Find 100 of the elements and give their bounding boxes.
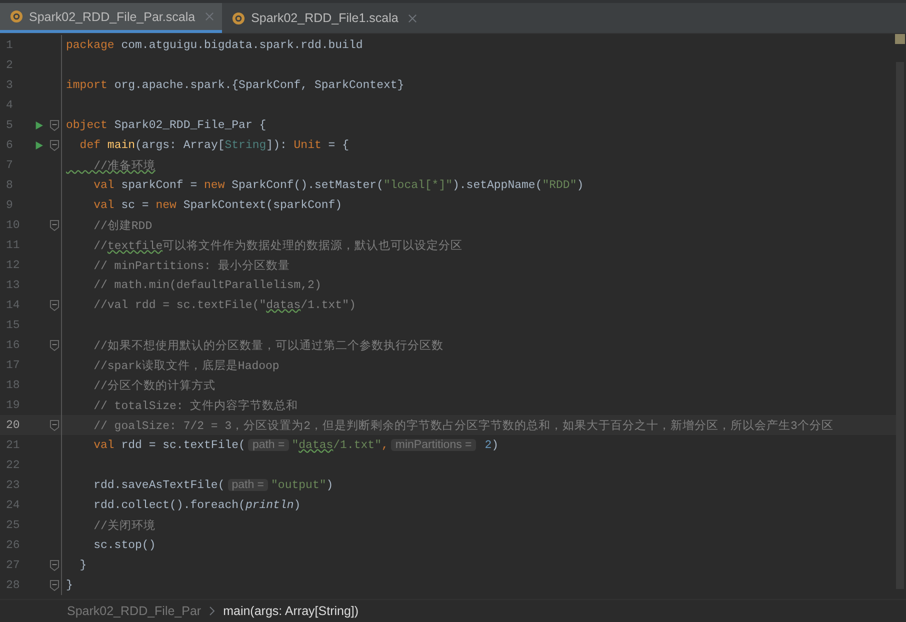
close-icon[interactable] (408, 14, 418, 22)
function-reference: println (245, 498, 294, 512)
keyword: def (78, 138, 102, 152)
code-text: ) (576, 178, 584, 192)
fold-icon[interactable] (50, 560, 59, 570)
line-number: 1 (5, 38, 14, 52)
keyword: import (66, 78, 108, 92)
line-number: 10 (5, 218, 21, 232)
line-number: 12 (5, 258, 21, 272)
fold-icon[interactable] (50, 140, 59, 150)
fold-icon[interactable] (50, 220, 59, 230)
code-text: Spark02_RDD_File_Par { (113, 118, 266, 132)
keyword: , (381, 438, 388, 452)
line-number: 17 (5, 358, 21, 372)
tab-label: Spark02_RDD_File1.scala (251, 11, 398, 25)
line-number: 23 (5, 478, 21, 492)
run-icon[interactable] (35, 120, 43, 130)
line-number: 21 (5, 438, 21, 452)
code-text: ]): (266, 138, 288, 152)
code-text: ) (492, 438, 499, 452)
line-number: 9 (5, 198, 14, 212)
code-text: } (66, 578, 73, 592)
code-text: } (78, 558, 87, 572)
line-number: 7 (5, 158, 14, 172)
line-number: 3 (5, 78, 14, 92)
code-text: ) (326, 478, 334, 492)
keyword: val (92, 178, 114, 192)
comment: datas (266, 298, 301, 312)
comment: //创建RDD (92, 220, 152, 232)
keyword: Unit (294, 138, 322, 152)
line-number: 2 (5, 58, 14, 72)
line-number: 25 (5, 518, 21, 532)
code-text: com.atguigu.bigdata.spark.rdd.build (120, 38, 363, 52)
editor-tab[interactable]: Spark02_RDD_File_Par.scala (0, 3, 222, 33)
string-literal: "local[*]" (383, 178, 452, 192)
code-text: sparkConf = (120, 178, 198, 192)
code-text: ).setAppName( (452, 178, 542, 192)
line-number: 27 (5, 558, 21, 572)
string-literal: /1.txt" (333, 438, 382, 452)
fold-icon[interactable] (50, 300, 59, 310)
comment: //关闭环境 (92, 520, 156, 532)
line-number: 14 (5, 298, 21, 312)
type-name: String (224, 138, 266, 152)
code-text: rdd.saveAsTextFile( (92, 478, 225, 492)
keyword: val (92, 198, 114, 212)
line-number: 20 (5, 418, 21, 432)
line-number: 19 (5, 398, 21, 412)
code-text: rdd.collect().foreach( (92, 498, 246, 512)
fold-icon[interactable] (50, 120, 59, 130)
breadcrumb-item[interactable]: Spark02_RDD_File_Par (67, 604, 202, 618)
keyword: package (66, 38, 114, 52)
comment: // minPartitions: 最小分区数量 (92, 260, 290, 272)
string-literal: " (292, 438, 299, 452)
breadcrumb-item[interactable]: main(args: Array[String]) (223, 604, 359, 618)
line-number: 15 (5, 318, 21, 332)
comment: 可以将文件作为数据处理的数据源，默认也可以设定分区 (162, 240, 463, 252)
keyword: object (66, 118, 108, 132)
code-text: sc.stop() (92, 538, 156, 552)
code-text: SparkConf().setMaster( (230, 178, 384, 192)
comment: //如果不想使用默认的分区数量，可以通过第二个参数执行分区数 (92, 340, 444, 352)
tab-label: Spark02_RDD_File_Par.scala (29, 10, 196, 24)
line-number: 8 (5, 178, 14, 192)
comment: // totalSize: 文件内容字节数总和 (92, 400, 298, 412)
line-number: 24 (5, 498, 21, 512)
line-number: 26 (5, 538, 21, 552)
line-number: 5 (5, 118, 14, 132)
comment: // (92, 240, 108, 252)
line-number: 6 (5, 138, 14, 152)
line-number: 11 (5, 238, 21, 252)
parameter-hint: path = (228, 478, 268, 490)
code-text: (args: Array[ (135, 138, 225, 152)
file-icon (10, 10, 23, 23)
number-literal: 2 (484, 438, 492, 452)
code-text: org.apache.spark.{SparkConf, SparkContext} (113, 78, 404, 92)
run-icon[interactable] (35, 140, 43, 150)
string-literal: "RDD" (542, 178, 577, 192)
comment: //spark读取文件，底层是Hadoop (92, 360, 280, 372)
parameter-hint: minPartitions = (391, 438, 476, 450)
line-number: 22 (5, 458, 21, 472)
keyword: new (204, 178, 225, 192)
code-text: rdd = sc.textFile( (120, 438, 246, 452)
editor-tab[interactable]: Spark02_RDD_File1.scala (222, 3, 426, 33)
chevron-icon (209, 606, 216, 616)
string-literal: "output" (271, 478, 326, 492)
code-text: sc = (120, 198, 150, 212)
parameter-hint: path = (248, 438, 289, 450)
function-name: main (107, 138, 136, 152)
string-literal: datas (298, 438, 334, 452)
fold-icon[interactable] (50, 340, 59, 350)
close-icon[interactable] (205, 12, 214, 21)
line-number: 18 (5, 378, 21, 392)
keyword: val (92, 438, 114, 452)
file-icon (232, 12, 246, 24)
fold-icon[interactable] (50, 580, 59, 590)
fold-icon[interactable] (50, 420, 59, 430)
comment: // goalSize: 7/2 = 3，分区设置为2，但是判断剩余的字节数占分区字节数的总和，如果大于百分之十，新增分区，所以会产生3个分区 (92, 420, 834, 432)
keyword: new (156, 198, 176, 212)
code-text: ) (294, 498, 301, 512)
comment: //准备环境 (92, 160, 156, 172)
code-text: SparkContext(sparkConf) (182, 198, 342, 212)
